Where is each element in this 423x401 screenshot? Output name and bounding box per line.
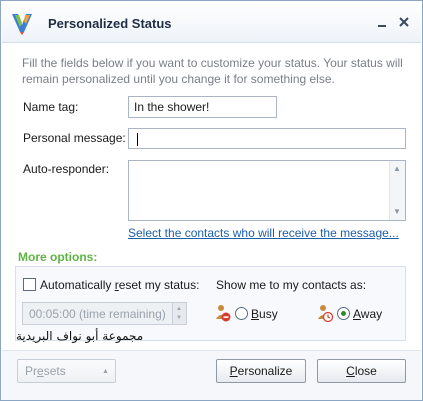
window-title: Personalized Status bbox=[48, 16, 172, 31]
spin-up-icon: ▲ bbox=[176, 306, 182, 312]
close-button[interactable]: Close bbox=[317, 359, 406, 383]
personal-message-label: Personal message: bbox=[23, 131, 126, 145]
more-options-heading: More options: bbox=[18, 250, 98, 264]
dropdown-arrow-icon: ▲ bbox=[102, 368, 109, 375]
auto-responder-scrollbar[interactable]: ▲ ▼ bbox=[389, 161, 405, 220]
close-label-accel: C bbox=[346, 364, 355, 378]
spinner-buttons: ▲ ▼ bbox=[172, 303, 186, 324]
auto-responder-textarea[interactable]: ▲ ▼ bbox=[128, 160, 406, 221]
title-bar[interactable]: Personalized Status bbox=[2, 2, 421, 43]
presets-label-accel: e bbox=[37, 364, 44, 378]
close-icon bbox=[399, 17, 409, 27]
scroll-up-icon[interactable]: ▲ bbox=[393, 165, 401, 173]
time-remaining-value: 00:05:00 (time remaining) bbox=[29, 307, 166, 321]
personalize-label-post: ersonalize bbox=[237, 364, 293, 378]
personalize-button[interactable]: Personalize bbox=[216, 359, 306, 383]
close-label-post: lose bbox=[354, 364, 377, 378]
auto-reset-label-pre: Automatically bbox=[40, 278, 115, 292]
minimize-icon bbox=[378, 25, 386, 27]
spin-down-icon: ▼ bbox=[176, 315, 182, 321]
auto-reset-checkbox[interactable] bbox=[23, 278, 36, 291]
busy-label[interactable]: Busy bbox=[251, 307, 278, 321]
away-label-post: way bbox=[360, 307, 383, 321]
personal-message-input[interactable] bbox=[128, 128, 406, 149]
intro-text: Fill the fields below if you want to cus… bbox=[22, 56, 403, 86]
personalize-label-accel: P bbox=[229, 364, 238, 378]
minimize-button[interactable] bbox=[374, 14, 390, 30]
watermark-text: مجموعة أبو نواف البريدية bbox=[16, 329, 144, 343]
auto-reset-label-post: eset my status: bbox=[118, 278, 200, 292]
away-label-accel: A bbox=[353, 307, 361, 321]
select-contacts-link[interactable]: Select the contacts who will receive the… bbox=[128, 226, 399, 240]
presets-button: Pr e sets ▲ bbox=[17, 359, 116, 383]
busy-label-post: usy bbox=[259, 307, 278, 321]
app-logo-icon bbox=[12, 14, 32, 35]
show-me-label: Show me to my contacts as: bbox=[216, 278, 367, 292]
window-close-button[interactable] bbox=[396, 14, 412, 30]
name-tag-input[interactable]: In the shower! bbox=[128, 96, 277, 118]
personalized-status-dialog: Personalized Status Fill the fields belo… bbox=[0, 0, 423, 401]
auto-reset-label[interactable]: Automatically reset my status: bbox=[40, 278, 199, 292]
presets-label-post: sets bbox=[43, 364, 66, 378]
text-caret bbox=[137, 133, 138, 146]
busy-label-accel: B bbox=[251, 307, 260, 321]
auto-responder-label: Auto-responder: bbox=[23, 162, 110, 176]
away-label[interactable]: Away bbox=[353, 307, 382, 321]
away-status-icon bbox=[318, 305, 333, 322]
name-tag-label: Name tag: bbox=[23, 100, 79, 114]
busy-status-icon bbox=[216, 305, 231, 322]
busy-radio[interactable] bbox=[235, 307, 248, 320]
away-radio[interactable] bbox=[337, 307, 350, 320]
name-tag-value: In the shower! bbox=[134, 100, 210, 114]
presets-label-pre: Pr bbox=[25, 364, 37, 378]
scroll-down-icon[interactable]: ▼ bbox=[393, 208, 401, 216]
time-remaining-spinner: 00:05:00 (time remaining) ▲ ▼ bbox=[22, 302, 187, 325]
